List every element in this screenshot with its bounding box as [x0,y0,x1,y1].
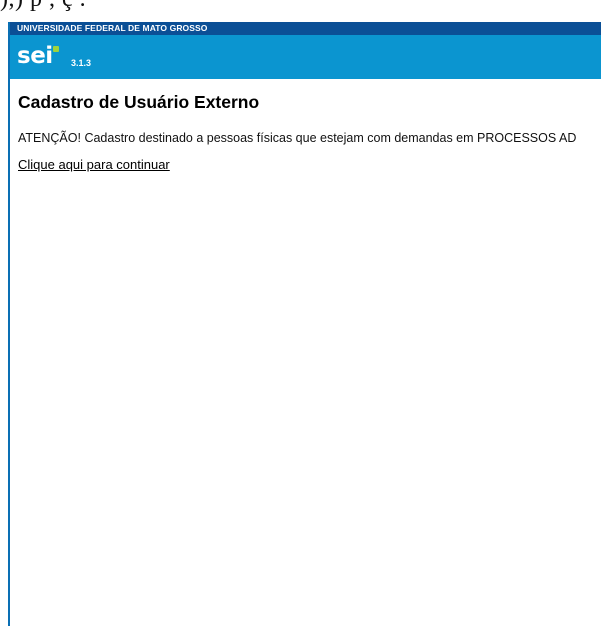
sei-window: UNIVERSIDADE FEDERAL DE MATO GROSSO sei … [8,22,601,626]
document-text-fragment: ),) p , ç . [0,0,601,22]
main-content: Cadastro de Usuário Externo ATENÇÃO! Cad… [10,79,601,174]
page-title: Cadastro de Usuário Externo [18,92,260,112]
version-label: 3.1.3 [71,58,92,68]
organization-bar: UNIVERSIDADE FEDERAL DE MATO GROSSO [10,22,601,35]
brand-bar: sei 3.1.3 [10,35,601,79]
organization-name: UNIVERSIDADE FEDERAL DE MATO GROSSO [17,23,208,33]
continue-link[interactable]: Clique aqui para continuar [18,157,170,172]
sei-logo: sei [17,43,53,69]
sei-logo-mark-icon [53,46,59,52]
external-user-notice: ATENÇÃO! Cadastro destinado a pessoas fí… [18,131,577,145]
document-text-fragment-text: ),) p , ç . [0,0,86,13]
page: ),) p , ç . UNIVERSIDADE FEDERAL DE MATO… [0,0,601,626]
